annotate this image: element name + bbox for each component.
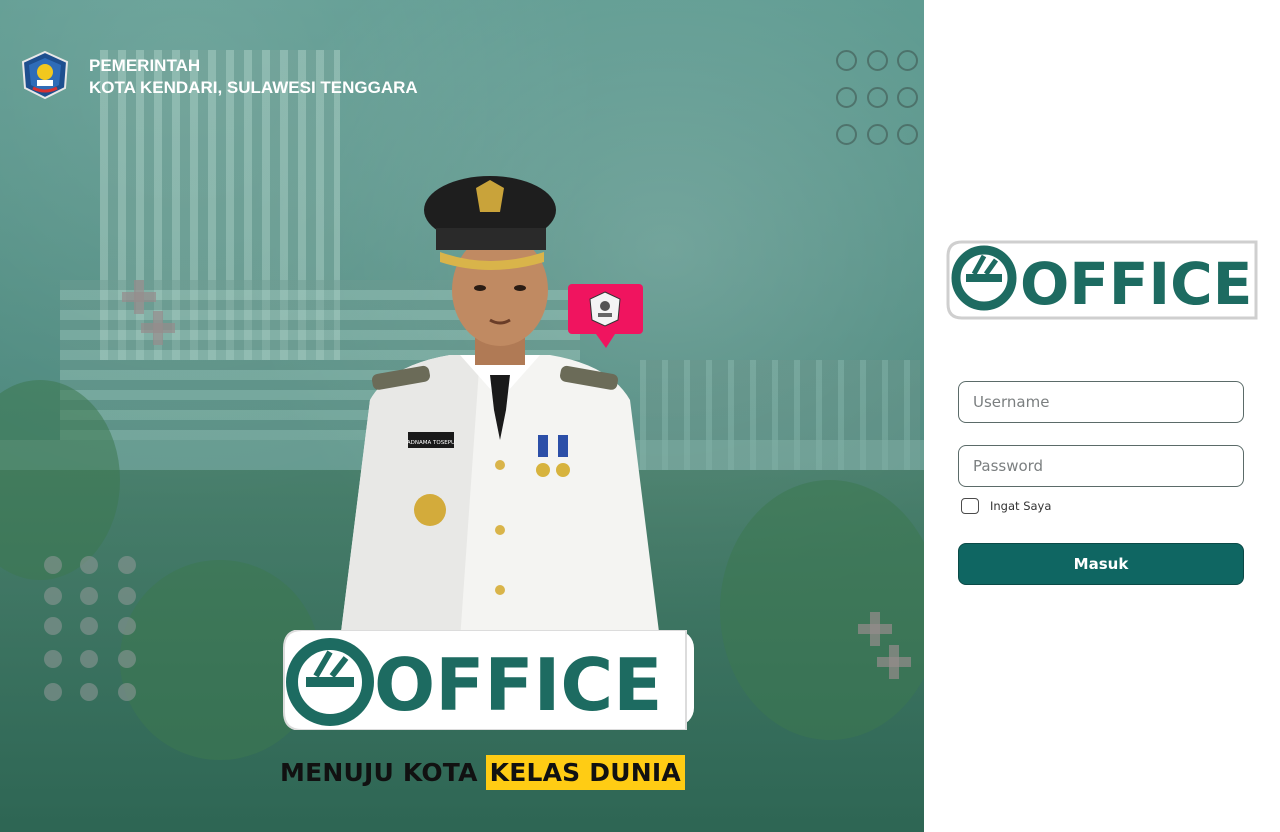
gov-line-2: KOTA KENDARI, SULAWESI TENGGARA	[89, 78, 418, 97]
login-logo-text: OFFICE	[1020, 250, 1252, 318]
official-portrait: ADNAMA TOSEPU	[340, 176, 660, 640]
slogan-part-1: MENUJU KOTA	[280, 757, 478, 787]
government-emblem-icon	[21, 50, 69, 100]
ring	[897, 87, 918, 108]
dot	[44, 650, 62, 668]
dot	[80, 556, 98, 574]
dot	[80, 587, 98, 605]
plus-icon	[877, 645, 911, 679]
plus-icon	[858, 612, 892, 646]
name-tag: ADNAMA TOSEPU	[407, 440, 455, 446]
hero-slogan: MENUJU KOTA KELAS DUNIA	[280, 752, 685, 792]
dot	[80, 650, 98, 668]
password-input[interactable]	[958, 445, 1244, 487]
gov-line-1: PEMERINTAH	[89, 56, 201, 75]
ring	[836, 50, 857, 71]
login-button[interactable]: Masuk	[958, 543, 1244, 585]
ring	[897, 50, 918, 71]
hero-logo-text: OFFICE	[374, 643, 662, 727]
remember-checkbox[interactable]	[961, 498, 979, 514]
ring	[897, 124, 918, 145]
ring	[867, 87, 888, 108]
e-office-logo-icon: OFFICE	[946, 240, 1258, 320]
ring	[836, 124, 857, 145]
ring	[836, 87, 857, 108]
decorative-dot-grid	[42, 554, 142, 704]
remember-label: Ingat Saya	[990, 499, 1052, 513]
dot	[118, 587, 136, 605]
remember-me[interactable]: Ingat Saya	[961, 498, 1051, 514]
location-pin-icon	[568, 284, 643, 348]
dot	[44, 617, 62, 635]
dot	[44, 556, 62, 574]
hero-panel: PEMERINTAH KOTA KENDARI, SULAWESI TENGGA…	[0, 0, 924, 832]
dot	[118, 650, 136, 668]
plus-icon	[141, 311, 175, 345]
login-panel: OFFICE Ingat Saya Masuk	[924, 0, 1280, 832]
dot	[118, 556, 136, 574]
dot	[44, 683, 62, 701]
username-input[interactable]	[958, 381, 1244, 423]
e-office-logo-icon: OFFICE	[283, 630, 694, 730]
tree	[720, 480, 924, 740]
ring	[867, 50, 888, 71]
plus-icon	[122, 280, 156, 314]
government-title: PEMERINTAH KOTA KENDARI, SULAWESI TENGGA…	[89, 55, 418, 99]
dot	[44, 587, 62, 605]
slogan-part-2: KELAS DUNIA	[485, 754, 685, 790]
dot	[118, 617, 136, 635]
dot	[118, 683, 136, 701]
dot	[80, 617, 98, 635]
dot	[80, 683, 98, 701]
ring	[867, 124, 888, 145]
decorative-ring-grid	[836, 50, 924, 150]
